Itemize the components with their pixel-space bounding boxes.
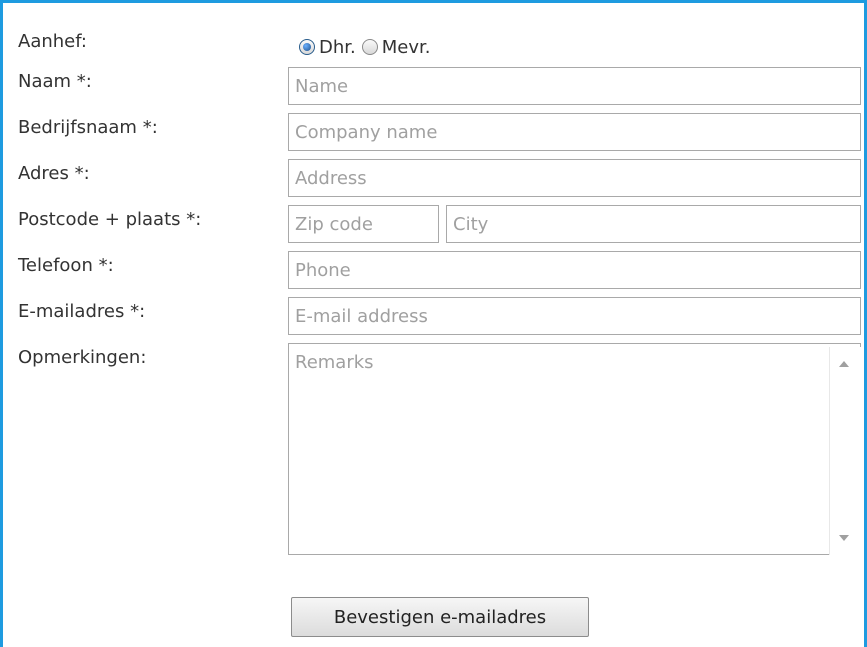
address-label: Adres *: [18, 163, 90, 184]
company-label: Bedrijfsnaam *: [18, 117, 158, 138]
form-panel: Aanhef: Dhr. Mevr. Naam *: Bedrijfsnaam … [0, 0, 867, 647]
email-input[interactable] [288, 297, 861, 335]
radio-checked-icon [303, 43, 311, 51]
city-input[interactable] [446, 205, 861, 243]
salutation-label: Aanhef: [18, 31, 87, 52]
scroll-down-arrow-icon[interactable] [839, 535, 849, 541]
zip-code-input[interactable] [288, 205, 439, 243]
phone-label: Telefoon *: [18, 255, 114, 276]
radio-dhr-label[interactable]: Dhr. [319, 37, 356, 58]
address-input[interactable] [288, 159, 861, 197]
radio-dhr[interactable] [299, 39, 315, 55]
zip-city-label: Postcode + plaats *: [18, 209, 202, 230]
name-label: Naam *: [18, 71, 92, 92]
salutation-radio-group: Dhr. Mevr. [299, 36, 434, 58]
confirm-email-button[interactable]: Bevestigen e-mailadres [291, 597, 589, 637]
remarks-textarea[interactable] [288, 343, 861, 555]
company-input[interactable] [288, 113, 861, 151]
name-input[interactable] [288, 67, 861, 105]
scroll-up-arrow-icon[interactable] [839, 361, 849, 367]
remarks-scrollbar[interactable] [829, 347, 862, 555]
radio-mevr[interactable] [361, 39, 378, 55]
radio-mevr-label[interactable]: Mevr. [382, 37, 431, 58]
email-label: E-mailadres *: [18, 301, 146, 322]
phone-input[interactable] [288, 251, 861, 289]
remarks-label: Opmerkingen: [18, 347, 147, 368]
